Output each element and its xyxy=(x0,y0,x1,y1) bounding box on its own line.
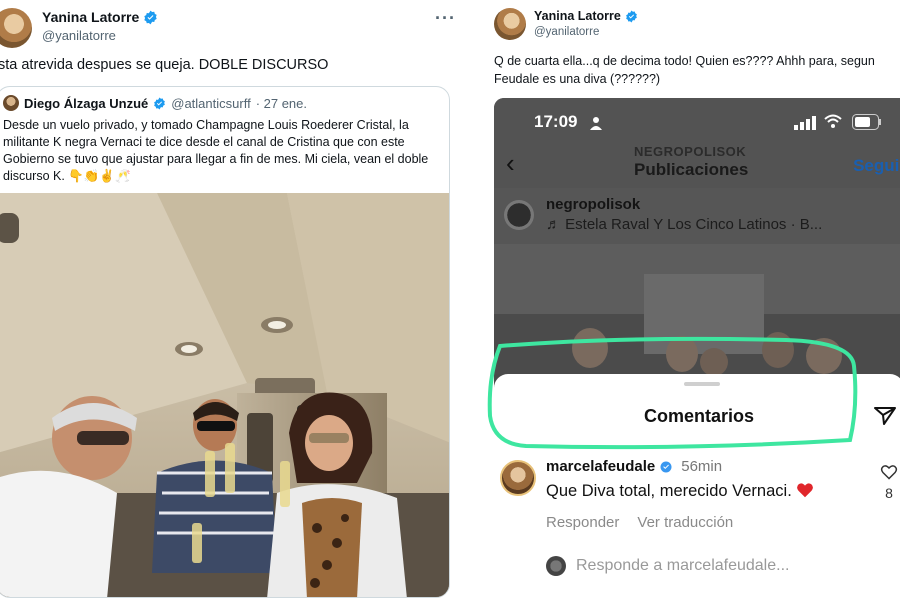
comment-header: marcelafeudale 56min xyxy=(546,458,722,475)
follow-button[interactable]: Seguir xyxy=(853,156,900,176)
author-name[interactable]: Yanina Latorre xyxy=(534,8,621,24)
quoted-author-handle[interactable]: @atlanticsurff xyxy=(171,96,250,111)
quoted-date[interactable]: · 27 ene. xyxy=(256,96,307,111)
verified-badge-icon xyxy=(144,10,157,24)
post-media-image xyxy=(494,244,900,376)
reply-link[interactable]: Responder xyxy=(546,514,619,531)
post-song[interactable]: ♬ Estela Raval Y Los Cinco Latinos · B..… xyxy=(546,216,822,233)
send-icon[interactable] xyxy=(874,406,896,426)
commenter-avatar[interactable] xyxy=(500,460,536,496)
author-name[interactable]: Yanina Latorre xyxy=(42,8,139,26)
avatar[interactable] xyxy=(494,8,526,40)
person-icon xyxy=(590,117,602,130)
post-photo-people xyxy=(494,244,900,376)
quoted-avatar[interactable] xyxy=(3,95,19,111)
post-username[interactable]: negropolisok xyxy=(546,196,640,213)
author-handle[interactable]: @yanilatorre xyxy=(534,24,638,40)
comment-actions: Responder Ver traducción xyxy=(546,514,733,531)
quoted-tweet[interactable]: Diego Álzaga Unzué @atlanticsurff · 27 e… xyxy=(0,86,450,598)
commenter-username[interactable]: marcelafeudale xyxy=(546,458,655,475)
author-handle[interactable]: @yanilatorre xyxy=(42,27,158,45)
quoted-text: Desde un vuelo privado, y tomado Champag… xyxy=(3,118,429,183)
reply-placeholder[interactable]: Responde a marcelafeudale... xyxy=(576,557,789,575)
phone-status-bar: 17:09 xyxy=(494,98,900,144)
translate-link[interactable]: Ver traducción xyxy=(637,514,733,531)
sheet-drag-handle[interactable] xyxy=(684,382,720,386)
private-jet-selfie-image xyxy=(0,193,449,597)
battery-icon xyxy=(852,114,881,130)
tweet-text: Q de cuarta ella...q de decima todo! Qui… xyxy=(494,54,875,86)
post-header: negropolisok ♬ Estela Raval Y Los Cinco … xyxy=(494,188,900,244)
comments-title: Comentarios xyxy=(643,406,755,426)
heart-outline-icon[interactable] xyxy=(880,464,898,480)
avatar[interactable] xyxy=(0,8,32,48)
signal-icon xyxy=(794,116,816,130)
verified-badge-icon xyxy=(660,461,672,472)
instagram-header: ‹ NEGROPOLISOK Publicaciones Seguir xyxy=(494,144,900,188)
reply-input[interactable]: Responde a marcelafeudale... xyxy=(546,556,789,576)
red-heart-emoji-icon xyxy=(797,483,814,498)
comment-text: Que Diva total, merecido Vernaci. xyxy=(546,482,814,501)
verified-badge-icon xyxy=(154,97,166,109)
more-options-icon[interactable]: ··· xyxy=(435,8,456,29)
verified-badge-icon xyxy=(625,10,637,22)
comment-like[interactable]: 8 xyxy=(880,464,898,501)
comment-body: Que Diva total, merecido Vernaci. xyxy=(546,482,792,500)
header-title: Publicaciones xyxy=(634,160,749,179)
quoted-author-name[interactable]: Diego Álzaga Unzué xyxy=(24,96,148,111)
back-chevron-icon[interactable]: ‹ xyxy=(506,148,515,179)
current-user-avatar xyxy=(546,556,566,576)
left-tweet-panel: Yanina Latorre @yanilatorre ··· sta atre… xyxy=(0,0,463,600)
tweet-author[interactable]: Yanina Latorre @yanilatorre xyxy=(0,8,158,48)
comments-sheet: Comentarios marcelafeudale 56min Que Div… xyxy=(494,374,900,598)
tweet-text: sta atrevida despues se queja. DOBLE DIS… xyxy=(0,57,329,73)
wifi-icon xyxy=(824,114,842,128)
status-time: 17:09 xyxy=(534,112,578,131)
comment-time: 56min xyxy=(681,458,723,475)
tweet-photo[interactable] xyxy=(0,193,449,597)
right-tweet-panel: Yanina Latorre @yanilatorre Q de cuarta … xyxy=(478,0,900,600)
instagram-screenshot: 17:09 ‹ NEGROPOLISOK Publicaciones Segui… xyxy=(494,98,900,598)
header-account-name: NEGROPOLISOK xyxy=(634,144,747,159)
post-avatar[interactable] xyxy=(504,200,534,230)
tweet-author[interactable]: Yanina Latorre @yanilatorre xyxy=(494,8,638,40)
like-count: 8 xyxy=(885,485,893,501)
